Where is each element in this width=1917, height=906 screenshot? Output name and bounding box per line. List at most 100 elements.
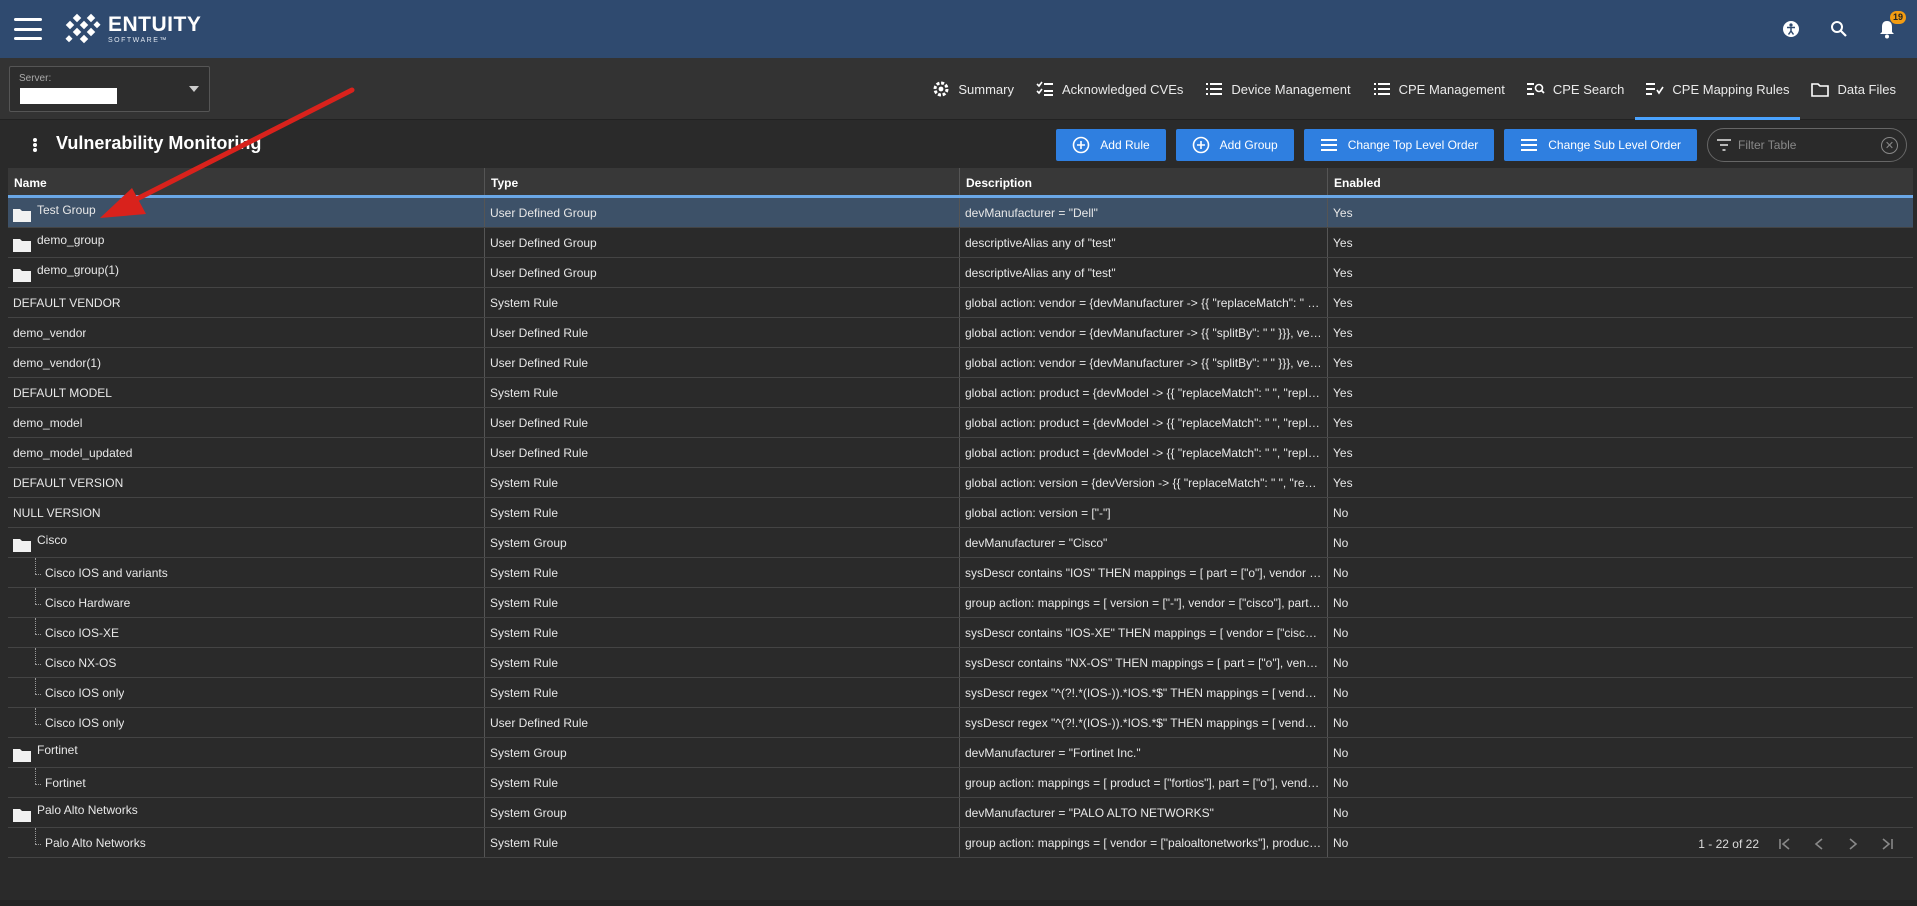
cell-type: System Group bbox=[485, 798, 960, 827]
entuity-logo: ENTUITY SOFTWARE™ bbox=[64, 12, 201, 46]
search-icon[interactable] bbox=[1827, 17, 1851, 41]
next-page-icon[interactable] bbox=[1845, 836, 1861, 852]
tree-connector bbox=[21, 558, 45, 587]
reorder-icon bbox=[1520, 136, 1538, 154]
tab-cpe-management[interactable]: CPE Management bbox=[1362, 58, 1516, 120]
table-row[interactable]: demo_group User Defined Group descriptiveA… bbox=[8, 228, 1913, 258]
page-toolbar: Vulnerability Monitoring Add Rule Add Gr… bbox=[0, 120, 1917, 168]
table-body: Test Group User Defined Group devManufactu… bbox=[8, 198, 1913, 858]
table-header: Name Type Description Enabled bbox=[8, 168, 1913, 198]
row-name: demo_model bbox=[13, 415, 83, 430]
table-row[interactable]: demo_model User Defined Rule global action… bbox=[8, 408, 1913, 438]
add-rule-button[interactable]: Add Rule bbox=[1056, 129, 1166, 161]
row-name: Cisco NX-OS bbox=[45, 655, 117, 670]
table-row[interactable]: Cisco IOS-XE System Rule sysDescr contains… bbox=[8, 618, 1913, 648]
column-header-name[interactable]: Name bbox=[8, 168, 485, 195]
column-header-enabled[interactable]: Enabled bbox=[1328, 168, 1913, 195]
cell-type-text: System Rule bbox=[490, 685, 559, 700]
tab-cpe-mapping-rules[interactable]: CPE Mapping Rules bbox=[1635, 58, 1801, 120]
tree-connector bbox=[21, 678, 45, 707]
table-row[interactable]: Cisco NX-OS System Rule sysDescr contains … bbox=[8, 648, 1913, 678]
row-name: demo_group bbox=[37, 232, 105, 247]
cell-type: System Rule bbox=[485, 498, 960, 527]
add-group-button[interactable]: Add Group bbox=[1175, 129, 1294, 161]
tab-acknowledged-cves-label: Acknowledged CVEs bbox=[1061, 81, 1184, 97]
cell-description: sysDescr contains "NX-OS" THEN mappings … bbox=[960, 648, 1328, 677]
cell-name: Test Group bbox=[8, 198, 485, 227]
table-row[interactable]: Palo Alto Networks System Rule group actio… bbox=[8, 828, 1913, 858]
change-sub-level-order-label: Change Sub Level Order bbox=[1548, 138, 1681, 152]
folder-icon bbox=[13, 748, 31, 762]
table-row[interactable]: Fortinet System Rule group action: mapping… bbox=[8, 768, 1913, 798]
table-row[interactable]: Cisco IOS only System Rule sysDescr regex … bbox=[8, 678, 1913, 708]
cell-name: demo_vendor bbox=[8, 318, 485, 347]
cell-type: System Rule bbox=[485, 618, 960, 647]
cell-type-text: System Rule bbox=[490, 655, 559, 670]
gear-icon bbox=[932, 80, 950, 98]
table-row[interactable]: demo_vendor(1) User Defined Rule global ac… bbox=[8, 348, 1913, 378]
first-page-icon[interactable] bbox=[1777, 836, 1793, 852]
table-row[interactable]: DEFAULT VENDOR System Rule global action: … bbox=[8, 288, 1913, 318]
cell-description-text: group action: mappings = [ product = ["f… bbox=[965, 775, 1322, 790]
cell-type-text: User Defined Rule bbox=[490, 325, 589, 340]
table-row[interactable]: Cisco Hardware System Rule group action: m… bbox=[8, 588, 1913, 618]
table-row[interactable]: demo_group(1) User Defined Group descripti… bbox=[8, 258, 1913, 288]
change-sub-level-order-button[interactable]: Change Sub Level Order bbox=[1504, 129, 1697, 161]
cell-description-text: global action: product = {devModel -> {{… bbox=[965, 415, 1322, 430]
notifications-bell-icon[interactable]: 19 bbox=[1875, 11, 1906, 41]
filter-table-input[interactable] bbox=[1738, 138, 1878, 152]
table-row[interactable]: Palo Alto Networks System Group devManufac… bbox=[8, 798, 1913, 828]
table-row[interactable]: Cisco System Group devManufacturer = "Cisc… bbox=[8, 528, 1913, 558]
tab-data-files-label: Data Files bbox=[1837, 81, 1896, 97]
list-icon bbox=[1205, 80, 1223, 98]
previous-page-icon[interactable] bbox=[1811, 836, 1827, 852]
server-value bbox=[20, 88, 117, 104]
change-top-level-order-button[interactable]: Change Top Level Order bbox=[1303, 129, 1495, 161]
brand-name: ENTUITY bbox=[108, 13, 202, 36]
cell-description: sysDescr contains "IOS" THEN mappings = … bbox=[960, 558, 1328, 587]
menu-icon[interactable] bbox=[14, 18, 42, 40]
table-row[interactable]: demo_model_updated User Defined Rule globa… bbox=[8, 438, 1913, 468]
cell-name: demo_model_updated bbox=[8, 438, 485, 467]
cell-description: group action: mappings = [ version = ["-… bbox=[960, 588, 1328, 617]
table-row[interactable]: DEFAULT VERSION System Rule global action:… bbox=[8, 468, 1913, 498]
table-row[interactable]: NULL VERSION System Rule global action: ve… bbox=[8, 498, 1913, 528]
table-row[interactable]: Test Group User Defined Group devManufactu… bbox=[8, 198, 1913, 228]
cell-type: User Defined Rule bbox=[485, 348, 960, 377]
table-row[interactable]: Cisco IOS and variants System Rule sysDesc… bbox=[8, 558, 1913, 588]
clear-filter-icon[interactable]: ✕ bbox=[1881, 137, 1898, 154]
cell-name: demo_model bbox=[8, 408, 485, 437]
tab-data-files[interactable]: Data Files bbox=[1800, 58, 1907, 120]
more-options-icon[interactable] bbox=[26, 136, 44, 154]
cell-name: NULL VERSION bbox=[8, 498, 485, 527]
cell-name: Cisco IOS only bbox=[8, 708, 485, 737]
folder-icon bbox=[13, 538, 31, 552]
tab-summary[interactable]: Summary bbox=[921, 58, 1025, 120]
last-page-icon[interactable] bbox=[1879, 836, 1895, 852]
tab-summary-label: Summary bbox=[958, 81, 1014, 97]
cell-type-text: System Rule bbox=[490, 505, 559, 520]
column-header-type[interactable]: Type bbox=[485, 168, 960, 195]
accessibility-icon[interactable] bbox=[1779, 17, 1803, 41]
table-row[interactable]: Cisco IOS only User Defined Rule sysDescr … bbox=[8, 708, 1913, 738]
cell-enabled: No bbox=[1328, 528, 1913, 557]
tab-device-management[interactable]: Device Management bbox=[1194, 58, 1361, 120]
table-row[interactable]: Fortinet System Group devManufacturer = "F… bbox=[8, 738, 1913, 768]
cell-type-text: System Group bbox=[490, 535, 567, 550]
add-group-label: Add Group bbox=[1219, 138, 1278, 152]
tab-cpe-search[interactable]: CPE Search bbox=[1516, 58, 1636, 120]
cell-type: System Rule bbox=[485, 588, 960, 617]
column-header-description[interactable]: Description bbox=[960, 168, 1328, 195]
row-name: demo_group(1) bbox=[37, 262, 120, 277]
cell-description-text: global action: vendor = {devManufacturer… bbox=[965, 295, 1322, 310]
cell-description-text: devManufacturer = "Cisco" bbox=[965, 535, 1108, 550]
cell-enabled-text: No bbox=[1333, 565, 1349, 580]
cell-type-text: User Defined Group bbox=[490, 205, 597, 220]
server-select[interactable]: Server: bbox=[9, 66, 210, 112]
tab-acknowledged-cves[interactable]: Acknowledged CVEs bbox=[1025, 58, 1194, 120]
cell-enabled: No bbox=[1328, 618, 1913, 647]
cell-enabled-text: No bbox=[1333, 745, 1349, 760]
cell-type: System Rule bbox=[485, 468, 960, 497]
table-row[interactable]: demo_vendor User Defined Rule global actio… bbox=[8, 318, 1913, 348]
table-row[interactable]: DEFAULT MODEL System Rule global action: p… bbox=[8, 378, 1913, 408]
